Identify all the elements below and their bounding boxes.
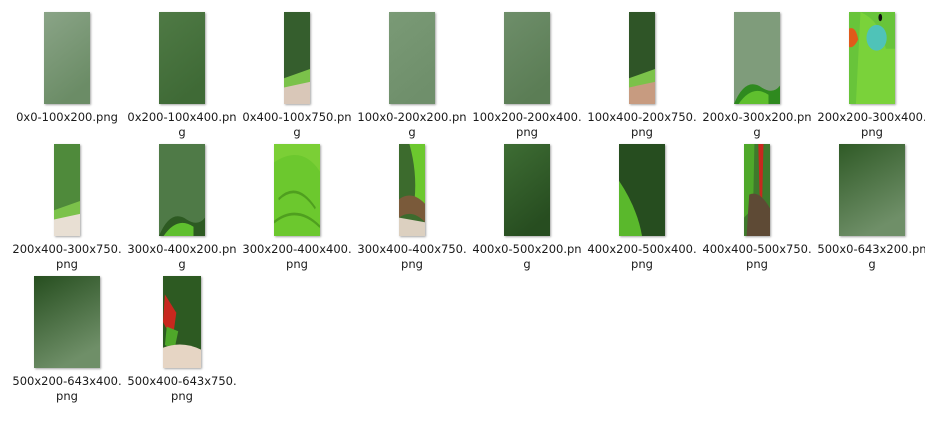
image-thumbnail xyxy=(389,12,435,104)
image-thumbnail xyxy=(34,276,100,368)
file-name-label: 100x400-200x750.png xyxy=(587,110,697,139)
file-name-label: 400x400-500x750.png xyxy=(702,242,812,271)
file-icon-view: 0x0-100x200.png 0x200-100x400.png 0x400-10… xyxy=(0,0,925,437)
thumbnail-area xyxy=(11,276,123,374)
thumbnail-area xyxy=(241,144,353,242)
file-name-label: 500x200-643x400.png xyxy=(12,374,122,403)
file-item[interactable]: 200x200-300x400.png xyxy=(816,12,925,146)
file-item[interactable]: 300x0-400x200.png xyxy=(126,144,238,278)
thumbnail-area xyxy=(11,12,123,110)
file-item[interactable]: 0x400-100x750.png xyxy=(241,12,353,146)
file-item[interactable]: 300x200-400x400.png xyxy=(241,144,353,278)
file-name-label: 0x400-100x750.png xyxy=(242,110,352,139)
thumbnail-area xyxy=(471,144,583,242)
image-thumbnail xyxy=(54,144,80,236)
file-item[interactable]: 500x200-643x400.png xyxy=(11,276,123,410)
file-item[interactable]: 100x400-200x750.png xyxy=(586,12,698,146)
thumbnail-area xyxy=(816,144,925,242)
file-name-label: 300x0-400x200.png xyxy=(127,242,237,271)
file-item[interactable]: 300x400-400x750.png xyxy=(356,144,468,278)
file-item[interactable]: 100x200-200x400.png xyxy=(471,12,583,146)
file-name-label: 300x200-400x400.png xyxy=(242,242,352,271)
image-thumbnail xyxy=(163,276,201,368)
image-thumbnail xyxy=(504,144,550,236)
image-thumbnail xyxy=(849,12,895,104)
file-item[interactable]: 0x0-100x200.png xyxy=(11,12,123,146)
thumbnail-area xyxy=(701,144,813,242)
image-thumbnail xyxy=(839,144,905,236)
file-item[interactable]: 400x0-500x200.png xyxy=(471,144,583,278)
thumbnail-area xyxy=(356,144,468,242)
file-item[interactable]: 200x0-300x200.png xyxy=(701,12,813,146)
file-name-label: 500x400-643x750.png xyxy=(127,374,237,403)
image-thumbnail xyxy=(744,144,770,236)
thumbnail-area xyxy=(126,12,238,110)
thumbnail-area xyxy=(356,12,468,110)
thumbnail-area xyxy=(471,12,583,110)
image-thumbnail xyxy=(284,12,310,104)
file-name-label: 0x200-100x400.png xyxy=(127,110,237,139)
file-name-label: 500x0-643x200.png xyxy=(817,242,925,271)
file-item[interactable]: 500x400-643x750.png xyxy=(126,276,238,410)
image-thumbnail xyxy=(274,144,320,236)
thumbnail-area xyxy=(126,144,238,242)
file-name-label: 200x200-300x400.png xyxy=(817,110,925,139)
file-name-label: 300x400-400x750.png xyxy=(357,242,467,271)
file-item[interactable]: 400x400-500x750.png xyxy=(701,144,813,278)
image-thumbnail xyxy=(44,12,90,104)
image-thumbnail xyxy=(504,12,550,104)
file-item[interactable]: 500x0-643x200.png xyxy=(816,144,925,278)
file-name-label: 200x0-300x200.png xyxy=(702,110,812,139)
thumbnail-area xyxy=(126,276,238,374)
file-name-label: 400x0-500x200.png xyxy=(472,242,582,271)
thumbnail-area xyxy=(816,12,925,110)
file-name-label: 100x200-200x400.png xyxy=(472,110,582,139)
image-thumbnail xyxy=(619,144,665,236)
image-thumbnail xyxy=(629,12,655,104)
image-thumbnail xyxy=(159,144,205,236)
file-item[interactable]: 0x200-100x400.png xyxy=(126,12,238,146)
image-thumbnail xyxy=(734,12,780,104)
file-name-label: 0x0-100x200.png xyxy=(16,110,118,124)
image-thumbnail xyxy=(159,12,205,104)
thumbnail-area xyxy=(11,144,123,242)
file-name-label: 100x0-200x200.png xyxy=(357,110,467,139)
thumbnail-area xyxy=(241,12,353,110)
thumbnail-area xyxy=(701,12,813,110)
thumbnail-area xyxy=(586,12,698,110)
file-name-label: 200x400-300x750.png xyxy=(12,242,122,271)
file-item[interactable]: 200x400-300x750.png xyxy=(11,144,123,278)
image-thumbnail xyxy=(399,144,425,236)
thumbnail-area xyxy=(586,144,698,242)
file-item[interactable]: 400x200-500x400.png xyxy=(586,144,698,278)
file-name-label: 400x200-500x400.png xyxy=(587,242,697,271)
file-item[interactable]: 100x0-200x200.png xyxy=(356,12,468,146)
